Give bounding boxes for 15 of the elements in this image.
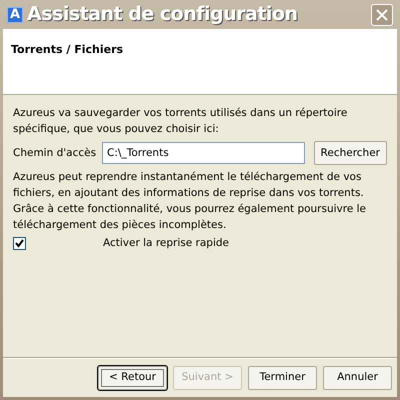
window-title: Assistant de configuration — [27, 2, 298, 28]
close-icon — [376, 8, 388, 20]
wizard-button[interactable]: Annuler — [323, 366, 392, 390]
checkbox-label: Activer la reprise rapide — [103, 236, 229, 251]
app-icon: A — [7, 6, 23, 22]
browse-button[interactable]: Rechercher — [314, 141, 387, 165]
path-label: Chemin d'accès — [13, 146, 96, 161]
page-heading: Torrents / Fichiers — [11, 43, 124, 56]
path-field[interactable]: C:\_Torrents — [102, 142, 306, 164]
wizard-button[interactable]: < Retour — [98, 366, 167, 390]
checkbox[interactable] — [13, 236, 26, 250]
close-button[interactable] — [371, 4, 393, 26]
description-text: Azureus peut reprendre instantanément le téléchargement de vos fichiers, en ajoutant des informations de reprise dans vos torrents. Grâce à cette fonctionnalité, vous pourrez également poursuivre le téléchargement des pièces incomplètes. — [13, 170, 368, 233]
intro-text: Azureus va sauvegarder vos torrents utilisés dans un répertoire spécifique, que vous pouvez choisir ici: — [13, 106, 348, 137]
wizard-button[interactable]: Terminer — [248, 366, 317, 390]
